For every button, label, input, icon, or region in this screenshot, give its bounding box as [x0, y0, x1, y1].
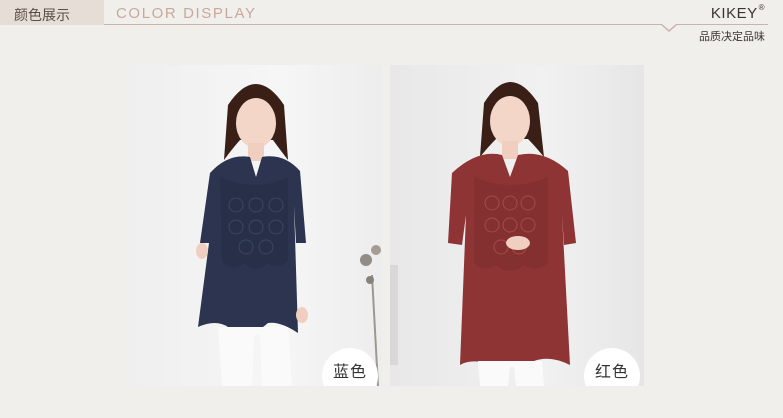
brand-slogan: 品质决定品味 [699, 30, 765, 43]
model-navy-blouse-icon [196, 84, 381, 386]
section-title-tab: 颜色展示 [0, 0, 104, 25]
product-photo-navy[interactable]: 蓝色 [128, 65, 382, 386]
section-title-en: COLOR DISPLAY [116, 5, 257, 22]
section-header: 颜色展示 COLOR DISPLAY KIKEY® 品质决定品味 [0, 0, 783, 48]
registered-mark: ® [758, 3, 765, 12]
color-label-red: 红色 [594, 362, 629, 381]
brand-logo: KIKEY® [710, 3, 765, 22]
model-red-blouse-icon [390, 82, 576, 386]
product-photo-red[interactable]: 红色 [390, 65, 644, 386]
brand-name: KIKEY [710, 5, 758, 22]
color-label-navy: 蓝色 [332, 362, 367, 381]
divider-notch-icon [661, 24, 677, 32]
section-title-cn: 颜色展示 [14, 8, 70, 24]
